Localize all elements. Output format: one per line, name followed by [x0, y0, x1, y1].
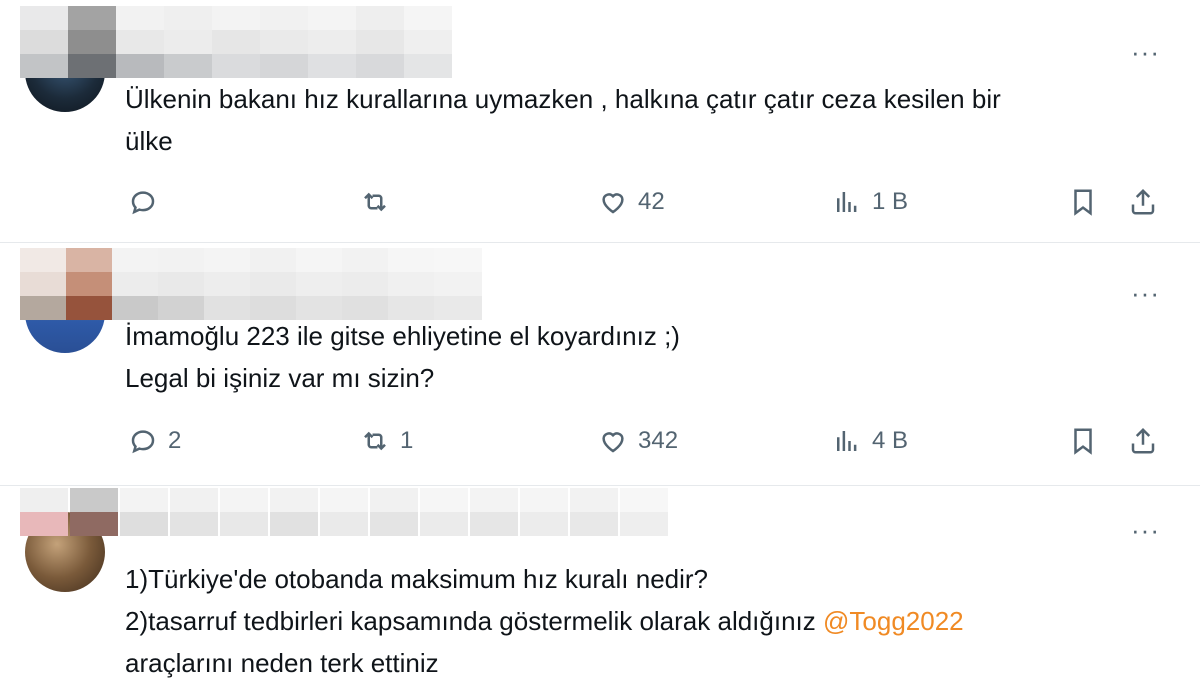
- share-button[interactable]: [1128, 187, 1158, 217]
- share-button[interactable]: [1128, 426, 1158, 456]
- like-icon: [602, 432, 624, 453]
- reply-button[interactable]: [128, 187, 168, 217]
- redacted-user-name: [20, 248, 482, 320]
- like-button[interactable]: 342: [598, 426, 678, 456]
- views-count: 4 B: [872, 427, 909, 454]
- tweet-text-line: Ülkenin bakanı hız kurallarına uymazken …: [125, 84, 1001, 114]
- retweet-icon: [364, 192, 386, 212]
- tweet-text-line: Legal bi işiniz var mı sizin?: [125, 363, 435, 393]
- tweet-text-segment: 2)tasarruf tedbirleri kapsamında gösterm…: [125, 606, 823, 636]
- retweet-icon: [364, 431, 386, 451]
- views-icon: [837, 192, 857, 212]
- like-count: 42: [638, 188, 665, 215]
- retweet-button[interactable]: 1: [360, 426, 413, 456]
- tweet-1[interactable]: ··· Ülkenin bakanı hız kurallarına uymaz…: [0, 0, 1200, 240]
- tweet-text-line: İmamoğlu 223 ile gitse ehliyetine el koy…: [125, 321, 680, 351]
- mention-link[interactable]: @Togg2022: [823, 606, 964, 636]
- share-icon: [1131, 188, 1155, 215]
- more-icon[interactable]: ···: [1131, 39, 1160, 65]
- reply-icon: [131, 430, 155, 454]
- like-button[interactable]: 42: [598, 187, 665, 217]
- retweet-button[interactable]: [360, 187, 400, 217]
- bookmark-icon: [1074, 189, 1092, 216]
- tweet-text-line: ülke: [125, 126, 173, 156]
- tweet-3[interactable]: ··· 1)Türkiye'de otobanda maksimum hız k…: [0, 486, 1200, 679]
- reply-icon: [131, 191, 155, 215]
- like-count: 342: [638, 427, 679, 454]
- tweet-2[interactable]: ··· İmamoğlu 223 ile gitse ehliyetine el…: [0, 243, 1200, 485]
- views-button[interactable]: 1 B: [832, 187, 908, 217]
- views-button[interactable]: 4 B: [832, 426, 908, 456]
- like-icon: [602, 193, 624, 214]
- retweet-count: 1: [400, 427, 414, 454]
- more-icon[interactable]: ···: [1131, 517, 1160, 543]
- redacted-user-name: [20, 6, 452, 78]
- redacted-user-name: [20, 488, 670, 536]
- tweet-text: 1)Türkiye'de otobanda maksimum hız kural…: [125, 558, 964, 684]
- bookmark-icon: [1074, 428, 1092, 455]
- more-icon[interactable]: ···: [1131, 280, 1160, 306]
- bookmark-button[interactable]: [1068, 187, 1098, 217]
- bookmark-button[interactable]: [1068, 426, 1098, 456]
- reply-button[interactable]: 2: [128, 426, 181, 456]
- share-icon: [1131, 427, 1155, 454]
- tweet-text: İmamoğlu 223 ile gitse ehliyetine el koy…: [125, 315, 680, 399]
- tweet-text-line: 1)Türkiye'de otobanda maksimum hız kural…: [125, 564, 709, 594]
- tweet-text-line: 2)tasarruf tedbirleri kapsamında gösterm…: [125, 600, 964, 642]
- reply-count: 2: [168, 427, 182, 454]
- tweet-text-line: araçlarını neden terk ettiniz: [125, 648, 439, 678]
- tweet-text: Ülkenin bakanı hız kurallarına uymazken …: [125, 78, 1001, 162]
- views-count: 1 B: [872, 188, 909, 215]
- views-icon: [837, 431, 857, 451]
